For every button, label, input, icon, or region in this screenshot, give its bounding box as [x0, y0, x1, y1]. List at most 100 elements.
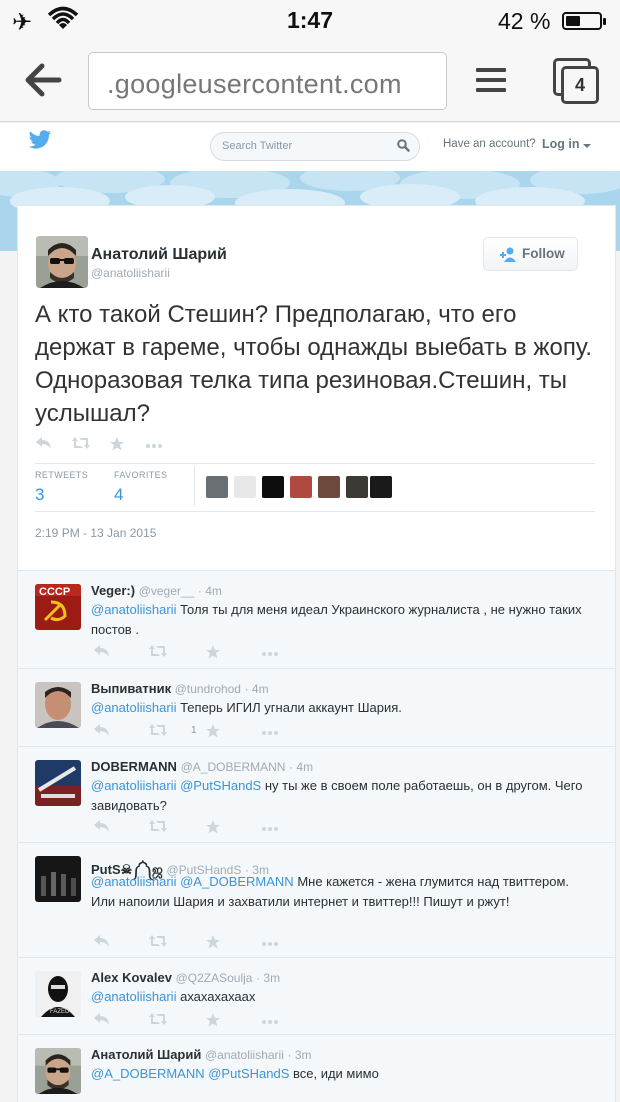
reply-author-handle[interactable]: @Q2ZASoulja	[176, 971, 253, 985]
add-user-icon	[500, 247, 516, 262]
more-icon[interactable]	[261, 644, 279, 663]
reply-author-name[interactable]: DOBERMANN	[91, 759, 177, 774]
retweet-count: 1	[191, 725, 197, 736]
avatar[interactable]	[318, 476, 340, 498]
reply-text: @anatoliisharii @A_DOBERMANN Мне кажется…	[91, 872, 591, 912]
more-icon[interactable]	[261, 819, 279, 838]
mention-link[interactable]: @PutSHandS	[180, 778, 261, 793]
retweet-icon[interactable]	[148, 819, 168, 838]
list-item[interactable]: FAZED Alex Kovalev @Q2ZASoulja · 3m @ana…	[18, 957, 615, 1034]
avatar[interactable]	[35, 760, 81, 806]
reply-body: ахахахахаах	[180, 989, 256, 1004]
mention-link[interactable]: @anatoliisharii	[91, 989, 176, 1004]
avatar[interactable]	[35, 1048, 81, 1094]
mention-link[interactable]: @anatoliisharii	[91, 778, 176, 793]
reply-age[interactable]: · 3m	[256, 971, 280, 985]
avatar[interactable]	[290, 476, 312, 498]
avatar[interactable]	[35, 856, 81, 902]
reply-age[interactable]: · 3m	[288, 1048, 312, 1062]
replies-list: CCCP Veger:) @veger__ · 4m @anatoliishar…	[17, 570, 616, 1102]
tabs-button[interactable]: 4	[553, 58, 599, 104]
reply-author-name[interactable]: Alex Kovalev	[91, 970, 172, 985]
list-item[interactable]: Выпиватник @tundrohod · 4m @anatoliishar…	[18, 668, 615, 746]
more-icon[interactable]	[261, 723, 279, 742]
login-link[interactable]: Log in	[542, 137, 580, 151]
mention-link[interactable]: @A_DOBERMANN	[180, 874, 294, 889]
more-icon[interactable]	[145, 436, 165, 452]
twitter-bird-icon[interactable]	[28, 129, 52, 156]
favorite-icon[interactable]	[205, 819, 221, 840]
mention-link[interactable]: @A_DOBERMANN	[91, 1066, 205, 1081]
favorite-icon[interactable]	[205, 934, 221, 955]
reply-text: @anatoliisharii Теперь ИГИЛ угнали аккау…	[91, 698, 591, 718]
status-bar: ✈ 1:47 42 %	[0, 0, 620, 42]
list-item[interactable]: DOBERMANN @A_DOBERMANN · 4m @anatoliisha…	[18, 746, 615, 842]
tweet-timestamp[interactable]: 2:19 PM - 13 Jan 2015	[35, 526, 156, 540]
reply-age[interactable]: · 4m	[245, 682, 269, 696]
list-item[interactable]: CCCP Veger:) @veger__ · 4m @anatoliishar…	[18, 570, 615, 668]
reply-header: Alex Kovalev @Q2ZASoulja · 3m	[91, 970, 280, 985]
reply-age[interactable]: · 4m	[198, 584, 222, 598]
list-item[interactable]: PutS☠༼༽ஜ @PutSHandS · 3m @anatoliisharii…	[18, 842, 615, 957]
retweet-icon[interactable]	[148, 1012, 168, 1031]
reply-icon[interactable]	[93, 934, 111, 953]
reply-author-name[interactable]: Veger:)	[91, 583, 135, 598]
tab-count: 4	[561, 66, 599, 104]
retweet-icon[interactable]	[71, 436, 91, 452]
reply-text: @A_DOBERMANN @PutSHandS все, иди мимо	[91, 1064, 591, 1084]
avatar[interactable]	[262, 476, 284, 498]
reply-author-handle[interactable]: @A_DOBERMANN	[181, 760, 286, 774]
avatar[interactable]	[36, 236, 88, 288]
reply-author-name[interactable]: Выпиватник	[91, 681, 171, 696]
avatar[interactable]	[234, 476, 256, 498]
mention-link[interactable]: @anatoliisharii	[91, 700, 176, 715]
avatar[interactable]	[35, 682, 81, 728]
reply-icon[interactable]	[93, 723, 111, 742]
reply-icon[interactable]	[93, 644, 111, 663]
reply-icon[interactable]	[93, 1012, 111, 1031]
retweet-icon[interactable]	[148, 723, 168, 742]
tweet-card: Анатолий Шарий @anatoliisharii Follow А …	[17, 205, 616, 570]
avatar[interactable]	[346, 476, 368, 498]
more-icon[interactable]	[261, 1012, 279, 1031]
reply-author-handle[interactable]: @tundrohod	[175, 682, 241, 696]
author-handle[interactable]: @anatoliisharii	[91, 266, 170, 280]
avatar[interactable]: CCCP	[35, 584, 81, 630]
twitter-header: Search Twitter Have an account? Log in	[0, 123, 620, 171]
mention-link[interactable]: @PutSHandS	[208, 1066, 289, 1081]
reply-header: Анатолий Шарий @anatoliisharii · 3m	[91, 1047, 312, 1062]
favorites-count[interactable]: 4	[114, 485, 123, 505]
reply-author-handle[interactable]: @veger__	[139, 584, 195, 598]
reply-author-name[interactable]: Анатолий Шарий	[91, 1047, 201, 1062]
mention-link[interactable]: @anatoliisharii	[91, 874, 176, 889]
more-icon[interactable]	[261, 934, 279, 953]
have-account-text: Have an account?	[443, 138, 536, 150]
favorite-icon[interactable]	[205, 644, 221, 665]
search-icon[interactable]	[397, 139, 410, 155]
retweet-icon[interactable]	[148, 934, 168, 953]
reply-text: @anatoliisharii Толя ты для меня идеал У…	[91, 600, 591, 640]
retweet-icon[interactable]	[148, 644, 168, 663]
follow-button[interactable]: Follow	[483, 237, 578, 271]
list-item[interactable]: Анатолий Шарий @anatoliisharii · 3m @A_D…	[18, 1034, 615, 1102]
favorite-icon[interactable]	[205, 723, 221, 744]
chevron-down-icon[interactable]	[583, 144, 591, 148]
battery-icon	[562, 12, 606, 30]
search-input[interactable]: Search Twitter	[210, 132, 420, 161]
favorite-icon[interactable]	[205, 1012, 221, 1033]
retweets-count[interactable]: 3	[35, 485, 44, 505]
mention-link[interactable]: @anatoliisharii	[91, 602, 176, 617]
reply-age[interactable]: · 4m	[289, 760, 313, 774]
reply-icon[interactable]	[93, 819, 111, 838]
menu-icon[interactable]	[476, 68, 506, 98]
favorite-icon[interactable]	[109, 436, 129, 452]
reply-icon[interactable]	[35, 436, 55, 452]
avatar[interactable]	[206, 476, 228, 498]
address-bar[interactable]: .googleusercontent.com	[88, 52, 447, 110]
back-arrow-icon[interactable]	[24, 62, 62, 103]
avatar[interactable]	[370, 476, 392, 498]
author-name[interactable]: Анатолий Шарий	[91, 246, 227, 264]
reply-text: @anatoliisharii ахахахахаах	[91, 987, 591, 1007]
reply-author-handle[interactable]: @anatoliisharii	[205, 1048, 284, 1062]
avatar[interactable]: FAZED	[35, 971, 81, 1017]
